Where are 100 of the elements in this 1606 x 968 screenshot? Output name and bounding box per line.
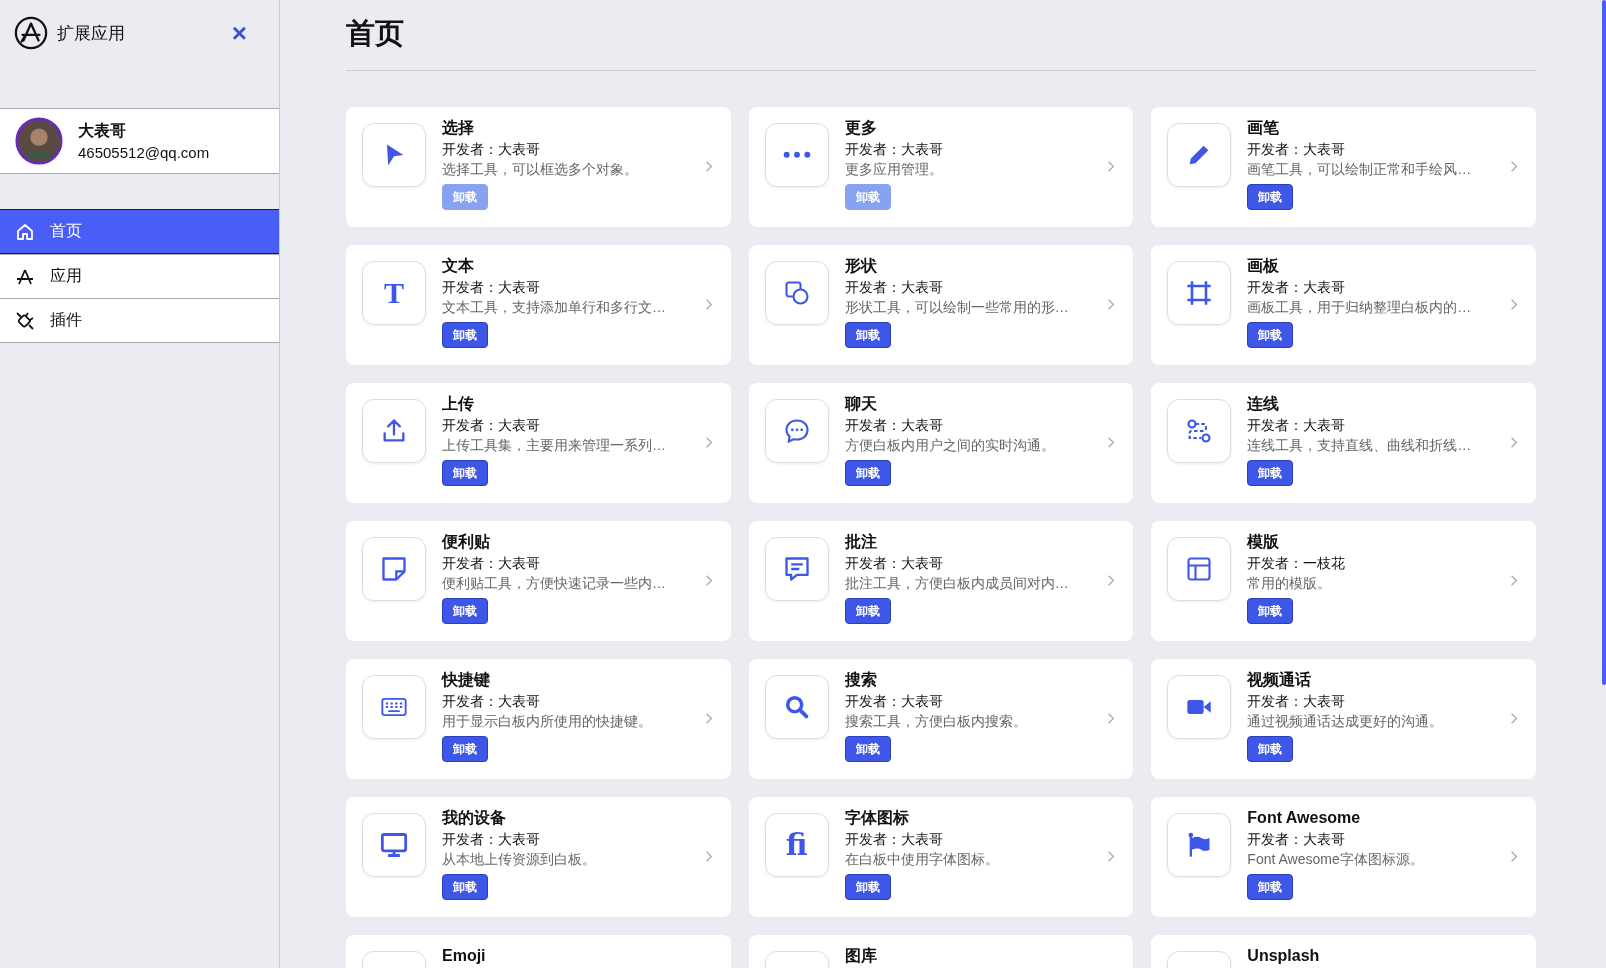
sidebar-title: 扩展应用 — [57, 22, 126, 45]
app-card[interactable]: fi 字体图标 开发者：大表哥 在白板中使用字体图标。 卸载 — [748, 797, 1134, 917]
app-title: 连线 — [1247, 394, 1280, 414]
app-card[interactable]: T 文本 开发者：大表哥 文本工具，支持添加单行和多行文… 卸载 — [346, 245, 731, 365]
uninstall-button[interactable]: 卸载 — [844, 736, 891, 762]
app-developer: 开发者：大表哥 — [442, 416, 540, 435]
app-title: 画板 — [1247, 256, 1280, 276]
app-card[interactable]: 批注 开发者：大表哥 批注工具，方便白板内成员间对内… 卸载 — [748, 521, 1134, 641]
uninstall-button[interactable]: 卸载 — [844, 322, 891, 348]
app-title: 搜索 — [844, 670, 877, 690]
chevron-right-icon — [704, 298, 713, 311]
app-title: 模版 — [1247, 532, 1280, 552]
uninstall-button[interactable]: 卸载 — [1247, 184, 1294, 210]
app-title: 我的设备 — [442, 808, 506, 828]
app-developer: 开发者：大表哥 — [844, 278, 943, 297]
app-title: 文本 — [442, 256, 474, 276]
scrollbar[interactable] — [1602, 0, 1606, 685]
app-title: 上传 — [442, 394, 474, 414]
uninstall-button[interactable]: 卸载 — [442, 460, 488, 486]
app-card[interactable]: 快捷键 开发者：大表哥 用于显示白板内所使用的快捷键。 卸载 — [346, 659, 731, 779]
app-title: 快捷键 — [442, 670, 490, 690]
home-icon — [15, 221, 35, 242]
chat-bubble-icon — [782, 417, 811, 445]
app-card[interactable]: Font Awesome 开发者：大表哥 Font Awesome字体图标源。 卸载 — [1151, 797, 1536, 917]
uninstall-button[interactable]: 卸载 — [442, 598, 488, 624]
app-description: 画笔工具，可以绘制正常和手绘风… — [1247, 160, 1472, 179]
uninstall-button[interactable]: 卸载 — [442, 736, 488, 762]
app-title: 画笔 — [1247, 118, 1280, 138]
uninstall-button[interactable]: 卸载 — [1247, 322, 1294, 348]
chevron-right-icon — [704, 712, 713, 725]
app-title: Emoji — [442, 946, 486, 966]
app-card[interactable]: 上传 开发者：大表哥 上传工具集，主要用来管理一系列… 卸载 — [346, 383, 731, 503]
app-description: 画板工具，用于归纳整理白板内的… — [1247, 298, 1472, 317]
avatar — [15, 117, 63, 165]
app-description: 方便白板内用户之间的实时沟通。 — [844, 436, 1055, 455]
frame-icon — [1185, 279, 1214, 307]
app-card[interactable]: 形状 开发者：大表哥 形状工具，可以绘制一些常用的形… 卸载 — [748, 245, 1134, 365]
chevron-right-icon — [1510, 160, 1518, 173]
user-name: 大表哥 — [78, 121, 127, 141]
comment-icon — [782, 555, 811, 583]
chevron-right-icon — [1107, 436, 1116, 449]
app-title: 形状 — [844, 256, 877, 276]
app-developer: 开发者：大表哥 — [1247, 278, 1346, 297]
chevron-right-icon — [1107, 712, 1116, 725]
monitor-icon — [380, 831, 408, 859]
uninstall-button[interactable]: 卸载 — [844, 460, 891, 486]
layout-icon — [1185, 555, 1214, 583]
page-title: 首页 — [346, 0, 1536, 71]
app-description: Font Awesome字体图标源。 — [1247, 850, 1424, 869]
app-title: 聊天 — [844, 394, 877, 414]
chevron-right-icon — [1107, 298, 1116, 311]
app-title: Font Awesome — [1247, 808, 1361, 828]
app-title: 字体图标 — [844, 808, 909, 828]
app-developer: 开发者：大表哥 — [442, 278, 540, 297]
app-developer: 开发者：大表哥 — [442, 692, 540, 711]
app-developer: 开发者：大表哥 — [442, 140, 540, 159]
user-email: 46505512@qq.com — [78, 144, 210, 161]
close-button[interactable]: × — [231, 20, 265, 46]
app-card[interactable]: 聊天 开发者：大表哥 方便白板内用户之间的实时沟通。 卸载 — [748, 383, 1134, 503]
app-description: 上传工具集，主要用来管理一系列… — [442, 436, 666, 455]
app-title: 图库 — [844, 946, 877, 966]
uninstall-button[interactable]: 卸载 — [844, 874, 891, 900]
sticky-note-icon — [380, 555, 408, 583]
app-developer: 开发者：大表哥 — [844, 416, 943, 435]
app-card[interactable]: 画板 开发者：大表哥 画板工具，用于归纳整理白板内的… 卸载 — [1151, 245, 1536, 365]
app-card[interactable]: 画笔 开发者：大表哥 画笔工具，可以绘制正常和手绘风… 卸载 — [1151, 107, 1536, 227]
nav-item[interactable]: 首页 — [0, 209, 279, 254]
app-store-icon — [14, 16, 48, 50]
app-description: 在白板中使用字体图标。 — [844, 850, 999, 869]
app-card[interactable]: 模版 开发者：一枝花 常用的模版。 卸载 — [1151, 521, 1536, 641]
app-card[interactable]: 搜索 开发者：大表哥 搜索工具，方便白板内搜索。 卸载 — [748, 659, 1134, 779]
uninstall-button[interactable]: 卸载 — [1247, 460, 1294, 486]
chevron-right-icon — [1510, 712, 1518, 725]
app-card[interactable]: Unsplash — [1151, 935, 1536, 968]
chevron-right-icon — [1510, 436, 1518, 449]
uninstall-button[interactable]: 卸载 — [844, 598, 891, 624]
uninstall-button[interactable]: 卸载 — [442, 874, 488, 900]
app-description: 便利贴工具，方便快速记录一些内… — [442, 574, 666, 593]
app-description: 文本工具，支持添加单行和多行文… — [442, 298, 666, 317]
chevron-right-icon — [1510, 574, 1518, 587]
app-card[interactable]: 连线 开发者：大表哥 连线工具，支持直线、曲线和折线… 卸载 — [1151, 383, 1536, 503]
app-developer: 开发者：大表哥 — [844, 692, 943, 711]
app-developer: 开发者：大表哥 — [1247, 140, 1346, 159]
app-title: Unsplash — [1247, 946, 1320, 966]
chevron-right-icon — [1107, 160, 1116, 173]
app-description: 搜索工具，方便白板内搜索。 — [844, 712, 1027, 731]
uninstall-button[interactable]: 卸载 — [1247, 598, 1294, 624]
app-title: 视频通话 — [1247, 670, 1312, 690]
app-card[interactable]: 视频通话 开发者：大表哥 通过视频通话达成更好的沟通。 卸载 — [1151, 659, 1536, 779]
app-card[interactable]: 图库 — [748, 935, 1134, 968]
more-icon — [782, 151, 811, 159]
app-description: 选择工具，可以框选多个对象。 — [442, 160, 638, 179]
uninstall-button[interactable]: 卸载 — [1247, 736, 1294, 762]
app-developer: 开发者：一枝花 — [1247, 554, 1346, 573]
app-description: 批注工具，方便白板内成员间对内… — [844, 574, 1069, 593]
uninstall-button[interactable]: 卸载 — [442, 322, 488, 348]
app-card[interactable]: 便利贴 开发者：大表哥 便利贴工具，方便快速记录一些内… 卸载 — [346, 521, 731, 641]
app-card[interactable]: 我的设备 开发者：大表哥 从本地上传资源到白板。 卸载 — [346, 797, 731, 917]
app-card[interactable]: Emoji — [346, 935, 731, 968]
uninstall-button[interactable]: 卸载 — [1247, 874, 1294, 900]
